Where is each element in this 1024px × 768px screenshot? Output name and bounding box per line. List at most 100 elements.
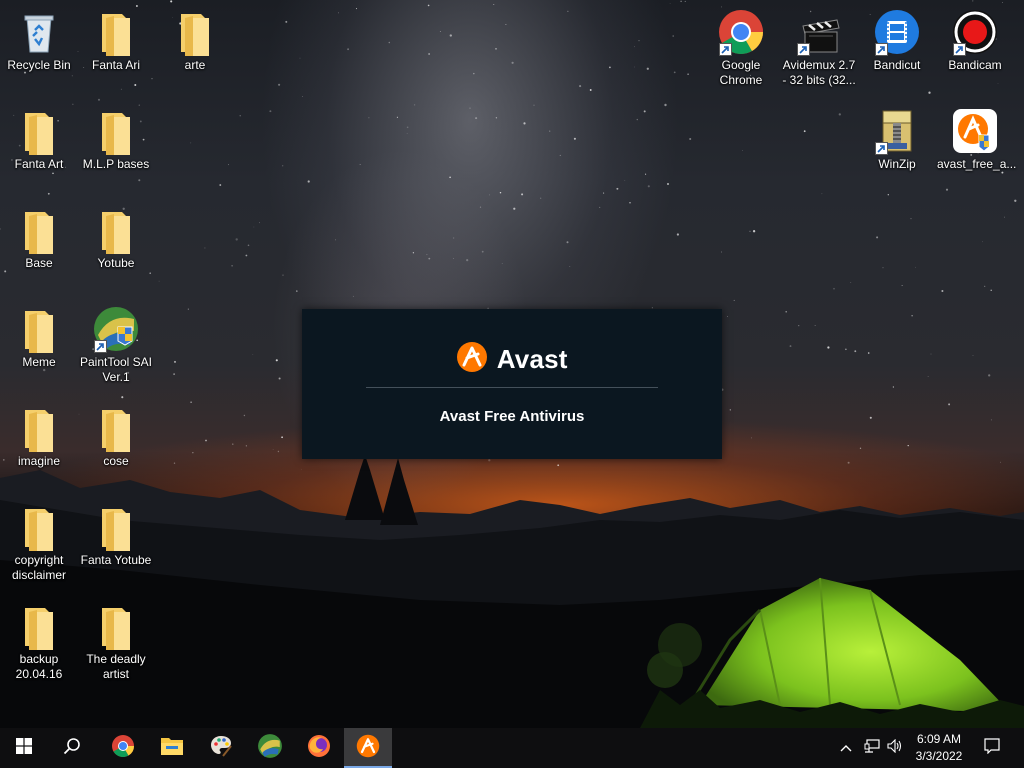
shortcut-arrow-icon: [875, 43, 888, 56]
desktop-icon-label: Recycle Bin: [7, 58, 71, 72]
shortcut-arrow-icon: [719, 43, 732, 56]
desktop-icon-label: Yotube: [97, 256, 135, 270]
desktop-icon-painttool-sai[interactable]: PaintTool SAI Ver.1: [78, 305, 154, 385]
desktop-icon-cose[interactable]: cose: [78, 404, 154, 469]
desktop-icon-label: WinZip: [878, 157, 916, 171]
shortcut-arrow-icon: [94, 340, 107, 353]
desktop-icon-yotube[interactable]: Yotube: [78, 206, 154, 271]
bandicam-icon: [951, 8, 999, 56]
desktop-icon-google-chrome[interactable]: Google Chrome: [703, 8, 779, 88]
action-center-button[interactable]: [978, 728, 1006, 768]
taskbar-file-explorer[interactable]: [148, 728, 196, 768]
search-icon: [63, 737, 81, 760]
avast-splash-window[interactable]: Avast Avast Free Antivirus: [302, 309, 722, 459]
show-hidden-icons-button[interactable]: [836, 728, 856, 768]
taskbar-clock[interactable]: 6:09 AM 3/3/2022: [906, 728, 972, 768]
network-button[interactable]: [860, 728, 884, 768]
volume-button[interactable]: [884, 728, 906, 768]
volume-icon: [887, 738, 903, 758]
folder-icon: [15, 404, 63, 452]
avidemux-icon: [795, 8, 843, 56]
desktop-icon-label: The deadly artist: [86, 652, 146, 681]
painttool-sai-icon: [92, 305, 140, 353]
desktop-icon-label: arte: [184, 58, 206, 72]
desktop-icon-label: Bandicam: [948, 58, 1002, 72]
shortcut-arrow-icon: [797, 43, 810, 56]
desktop-icon-imagine[interactable]: imagine: [1, 404, 77, 469]
paint-palette-icon: [209, 734, 233, 763]
desktop-icon-label: Avidemux 2.7 - 32 bits (32...: [782, 58, 856, 87]
desktop-icon-label: backup 20.04.16: [15, 652, 63, 681]
desktop-icon-backup[interactable]: backup 20.04.16: [1, 602, 77, 682]
file-explorer-icon: [160, 735, 184, 762]
folder-icon: [15, 503, 63, 551]
avast-wordmark: Avast: [496, 344, 568, 374]
folder-icon: [92, 602, 140, 650]
google-chrome-icon: [111, 734, 135, 763]
desktop-icon-label: imagine: [17, 454, 61, 468]
desktop-icon-label: cose: [103, 454, 129, 468]
windows-logo-icon: [16, 737, 32, 759]
taskbar-chrome[interactable]: [99, 728, 147, 768]
folder-icon: [92, 8, 140, 56]
search-button[interactable]: [48, 728, 96, 768]
folder-icon: [92, 404, 140, 452]
shortcut-arrow-icon: [875, 142, 888, 155]
desktop-icon-mlp-bases[interactable]: M.L.P bases: [78, 107, 154, 172]
desktop-icon-bandicut[interactable]: Bandicut: [859, 8, 935, 73]
network-icon: [864, 738, 880, 758]
desktop-icon-label: Fanta Art: [14, 157, 64, 171]
desktop-icon-label: PaintTool SAI Ver.1: [79, 355, 153, 384]
firefox-icon: [307, 734, 331, 763]
desktop-icon-label: Meme: [22, 355, 56, 369]
desktop-icon-fanta-art[interactable]: Fanta Art: [1, 107, 77, 172]
folder-icon: [171, 8, 219, 56]
splash-divider: [366, 387, 658, 388]
desktop-icon-winzip[interactable]: WinZip: [859, 107, 935, 172]
product-name: Avast Free Antivirus: [439, 408, 585, 425]
desktop-icon-meme[interactable]: Meme: [1, 305, 77, 370]
bandicut-icon: [873, 8, 921, 56]
desktop-icon-label: Google Chrome: [719, 58, 763, 87]
taskbar-avast[interactable]: [344, 728, 392, 768]
avast-brand: Avast: [302, 341, 722, 378]
desktop-icon-arte[interactable]: arte: [157, 8, 233, 73]
taskbar: 6:09 AM 3/3/2022: [0, 728, 1024, 768]
folder-icon: [15, 305, 63, 353]
painttool-sai-icon: [257, 733, 283, 764]
desktop-icon-label: Fanta Ari: [91, 58, 141, 72]
recycle-bin-icon: [15, 8, 63, 56]
avast-installer-icon: [951, 107, 999, 155]
taskbar-painttool-sai[interactable]: [246, 728, 294, 768]
clock-time: 6:09 AM: [916, 732, 962, 746]
start-button[interactable]: [0, 728, 48, 768]
folder-icon: [92, 206, 140, 254]
desktop-icon-avidemux[interactable]: Avidemux 2.7 - 32 bits (32...: [781, 8, 857, 88]
avast-icon: [356, 734, 380, 763]
taskbar-paint[interactable]: [197, 728, 245, 768]
taskbar-firefox[interactable]: [295, 728, 343, 768]
desktop-icon-the-deadly-artist[interactable]: The deadly artist: [78, 602, 154, 682]
desktop-icon-label: M.L.P bases: [82, 157, 150, 171]
folder-icon: [15, 107, 63, 155]
desktop-icon-avast-installer[interactable]: avast_free_a...: [937, 107, 1017, 172]
desktop-icon-label: copyright disclaimer: [11, 553, 66, 582]
chevron-up-icon: [840, 739, 852, 757]
desktop-icon-base[interactable]: Base: [1, 206, 77, 271]
desktop-icon-fanta-ari[interactable]: Fanta Ari: [78, 8, 154, 73]
clock-date: 3/3/2022: [915, 749, 963, 763]
desktop-icon-recycle-bin[interactable]: Recycle Bin: [1, 8, 77, 73]
folder-icon: [15, 206, 63, 254]
desktop-icon-bandicam[interactable]: Bandicam: [937, 8, 1013, 73]
desktop-icon-label: avast_free_a...: [937, 157, 1017, 171]
shortcut-arrow-icon: [953, 43, 966, 56]
desktop-icon-fanta-yotube[interactable]: Fanta Yotube: [78, 503, 154, 568]
folder-icon: [92, 503, 140, 551]
google-chrome-icon: [717, 8, 765, 56]
winzip-icon: [873, 107, 921, 155]
folder-icon: [15, 602, 63, 650]
desktop-icon-label: Fanta Yotube: [80, 553, 152, 567]
avast-logo-icon: [456, 341, 488, 378]
notification-icon: [984, 737, 1000, 759]
desktop-icon-copyright-disclaimer[interactable]: copyright disclaimer: [1, 503, 77, 583]
